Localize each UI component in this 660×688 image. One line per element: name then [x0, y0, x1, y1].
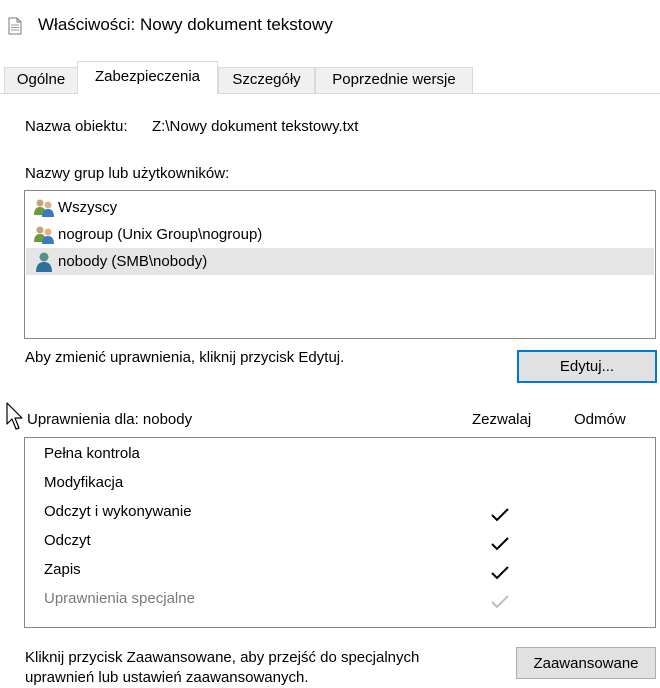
- group-icon: [34, 226, 54, 244]
- user-icon: [36, 252, 52, 272]
- permission-row: Uprawnienia specjalne: [44, 590, 195, 607]
- object-name-label: Nazwa obiektu:: [25, 118, 128, 135]
- permissions-header: Uprawnienia dla: nobody: [27, 411, 193, 428]
- permission-row: Zapis: [44, 561, 81, 578]
- list-item[interactable]: nobody (SMB\nobody): [26, 248, 654, 275]
- permission-row: Pełna kontrola: [44, 445, 140, 462]
- allow-check-icon: [491, 537, 509, 551]
- groups-list[interactable]: Wszyscy nogroup (Unix Group\nogroup) nob…: [24, 190, 656, 339]
- mouse-cursor-icon: [6, 402, 23, 430]
- allow-column-header: Zezwalaj: [472, 411, 532, 428]
- permission-row: Odczyt: [44, 532, 91, 549]
- tab-details[interactable]: Szczegóły: [218, 67, 315, 93]
- advanced-button[interactable]: Zaawansowane: [516, 647, 656, 679]
- edit-hint: Aby zmienić uprawnienia, kliknij przycis…: [25, 349, 345, 366]
- tab-previous-versions[interactable]: Poprzednie wersje: [315, 67, 473, 93]
- list-item-label: nobody (SMB\nobody): [58, 253, 208, 270]
- allow-check-icon: [491, 508, 509, 522]
- advanced-hint-line2: uprawnień lub ustawień zaawansowanych.: [25, 669, 309, 686]
- list-item-label: Wszyscy: [58, 199, 118, 216]
- edit-button[interactable]: Edytuj...: [517, 350, 657, 383]
- permissions-list: Pełna kontrola Modyfikacja Odczyt i wyko…: [24, 437, 656, 628]
- object-name-value: Z:\Nowy dokument tekstowy.txt: [152, 118, 359, 135]
- group-icon: [34, 199, 54, 217]
- permission-row: Modyfikacja: [44, 474, 124, 491]
- permission-row: Odczyt i wykonywanie: [44, 503, 192, 520]
- deny-column-header: Odmów: [574, 411, 626, 428]
- groups-label: Nazwy grup lub użytkowników:: [25, 165, 230, 182]
- tab-security[interactable]: Zabezpieczenia: [77, 61, 218, 94]
- list-item[interactable]: Wszyscy: [26, 194, 654, 221]
- window-title: Właściwości: Nowy dokument tekstowy: [38, 15, 333, 34]
- list-item-label: nogroup (Unix Group\nogroup): [58, 226, 263, 243]
- advanced-hint-line1: Kliknij przycisk Zaawansowane, aby przej…: [25, 649, 420, 666]
- allow-check-disabled-icon: [491, 595, 509, 609]
- tab-general[interactable]: Ogólne: [4, 67, 78, 93]
- list-item[interactable]: nogroup (Unix Group\nogroup): [26, 221, 654, 248]
- allow-check-icon: [491, 566, 509, 580]
- document-icon: [8, 17, 22, 35]
